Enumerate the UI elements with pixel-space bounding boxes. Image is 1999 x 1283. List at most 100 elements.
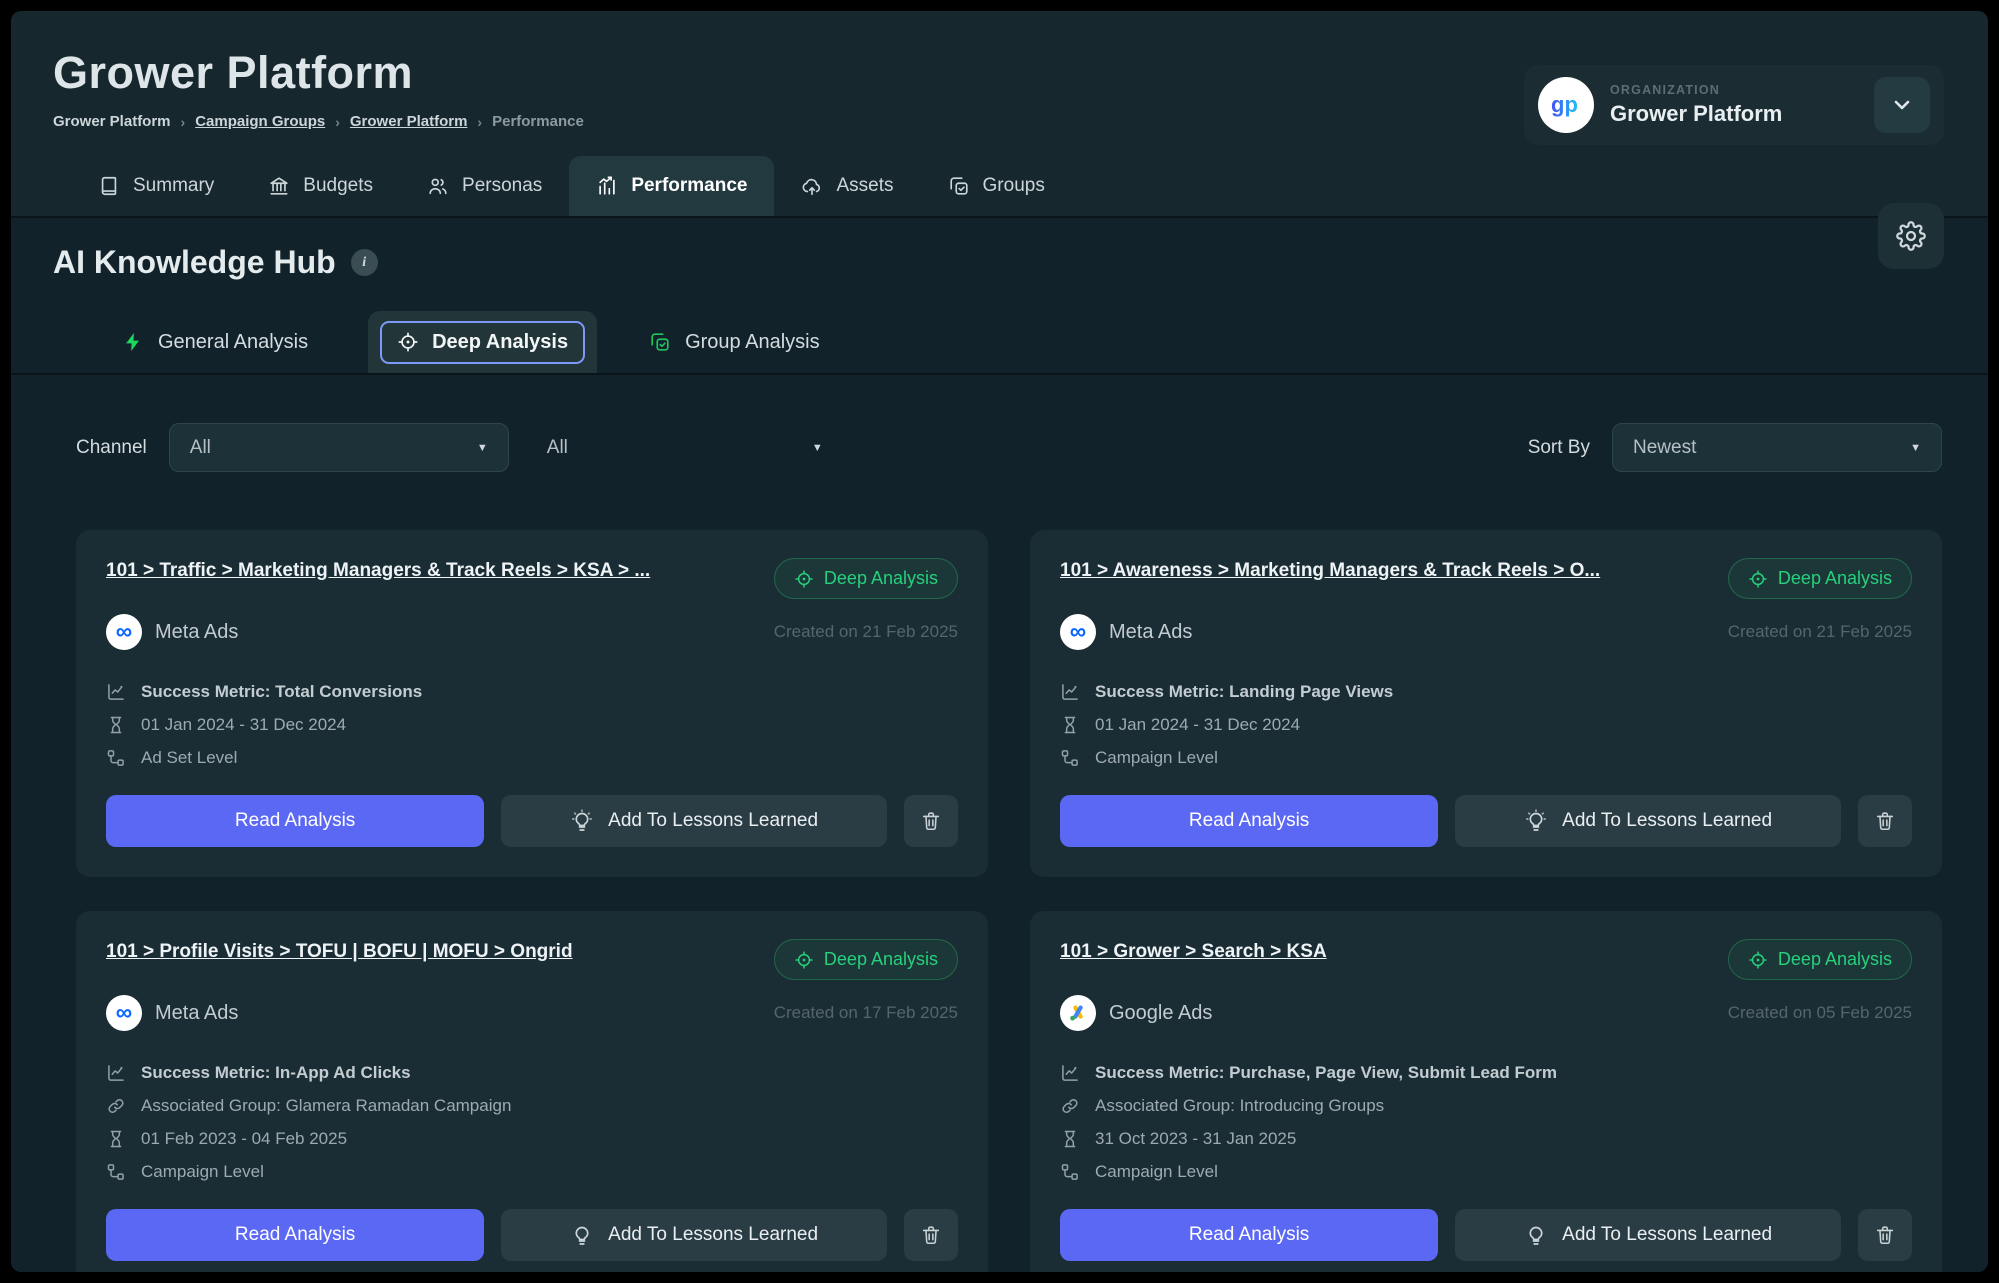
lightbulb-icon <box>570 1223 594 1247</box>
add-to-lessons-button[interactable]: Add To Lessons Learned <box>1455 795 1841 847</box>
performance-chart-icon <box>596 175 618 197</box>
platform: ∞ Meta Ads <box>1060 614 1192 650</box>
card-title-link[interactable]: 101 > Traffic > Marketing Managers & Tra… <box>106 558 650 585</box>
delete-button[interactable] <box>904 1209 958 1261</box>
read-analysis-button[interactable]: Read Analysis <box>1060 795 1438 847</box>
hierarchy-level-icon <box>106 1162 126 1182</box>
dropdown-arrow-icon: ▼ <box>1910 442 1921 454</box>
link-icon <box>106 1096 126 1116</box>
platform: ∞ Meta Ads <box>106 614 238 650</box>
subtab-general-analysis[interactable]: General Analysis <box>114 311 316 373</box>
meta-ads-logo-icon: ∞ <box>106 614 142 650</box>
deep-analysis-badge: Deep Analysis <box>1728 939 1912 980</box>
date-range-row: 01 Feb 2023 - 04 Feb 2025 <box>106 1129 958 1149</box>
delete-button[interactable] <box>1858 1209 1912 1261</box>
success-metric-row: Success Metric: Landing Page Views <box>1060 682 1912 702</box>
level-row: Campaign Level <box>1060 748 1912 768</box>
tab-performance[interactable]: Performance <box>569 156 774 216</box>
hourglass-icon <box>106 715 126 735</box>
breadcrumb-item-root[interactable]: Grower Platform <box>53 113 171 130</box>
analysis-subtab-bar: General Analysis Deep Analysis Group Ana… <box>11 311 1988 375</box>
card-title-link[interactable]: 101 > Awareness > Marketing Managers & T… <box>1060 558 1600 585</box>
hierarchy-level-icon <box>1060 748 1080 768</box>
analysis-cards-grid: 101 > Traffic > Marketing Managers & Tra… <box>11 530 1988 1272</box>
badge-label: Deep Analysis <box>824 949 938 970</box>
tab-label: Groups <box>983 175 1045 197</box>
group-analysis-icon <box>649 331 671 353</box>
filter-bar: Channel All ▼ All ▼ Sort By Newest ▼ <box>11 423 1988 472</box>
main-content: AI Knowledge Hub i General Analysis Deep… <box>11 218 1988 1272</box>
success-metric-row: Success Metric: Total Conversions <box>106 682 958 702</box>
channel-label: Channel <box>76 437 147 459</box>
card-title-link[interactable]: 101 > Profile Visits > TOFU | BOFU | MOF… <box>106 939 573 966</box>
platform-name: Meta Ads <box>1109 621 1192 644</box>
organization-selector[interactable]: gp ORGANIZATION Grower Platform <box>1524 65 1944 145</box>
channel-filter-select[interactable]: All ▼ <box>169 423 509 472</box>
read-analysis-button[interactable]: Read Analysis <box>106 795 484 847</box>
settings-button[interactable] <box>1878 203 1944 269</box>
delete-button[interactable] <box>1858 795 1912 847</box>
trash-icon <box>1874 1224 1896 1246</box>
level-row: Ad Set Level <box>106 748 958 768</box>
tab-budgets[interactable]: Budgets <box>241 156 400 216</box>
book-icon <box>98 175 120 197</box>
success-metric-row: Success Metric: In-App Ad Clicks <box>106 1063 958 1083</box>
breadcrumb-separator-icon: › <box>181 114 186 130</box>
lightbulb-icon <box>1524 1223 1548 1247</box>
created-date: Created on 05 Feb 2025 <box>1728 1003 1912 1023</box>
organization-logo: gp <box>1538 77 1594 133</box>
deep-analysis-badge: Deep Analysis <box>774 939 958 980</box>
tab-summary[interactable]: Summary <box>71 156 241 216</box>
delete-button[interactable] <box>904 795 958 847</box>
breadcrumb-item-grower-platform[interactable]: Grower Platform <box>350 113 468 130</box>
tab-groups[interactable]: Groups <box>921 156 1072 216</box>
info-icon[interactable]: i <box>351 249 378 276</box>
read-analysis-button[interactable]: Read Analysis <box>1060 1209 1438 1261</box>
subtab-group-analysis[interactable]: Group Analysis <box>641 311 828 373</box>
date-range-row: 31 Oct 2023 - 31 Jan 2025 <box>1060 1129 1912 1149</box>
add-to-lessons-button[interactable]: Add To Lessons Learned <box>501 1209 887 1261</box>
level-row: Campaign Level <box>106 1162 958 1182</box>
app-page: Grower Platform Grower Platform › Campai… <box>11 11 1988 1272</box>
date-range-row: 01 Jan 2024 - 31 Dec 2024 <box>1060 715 1912 735</box>
dropdown-arrow-icon: ▼ <box>812 442 823 454</box>
created-date: Created on 21 Feb 2025 <box>774 622 958 642</box>
analysis-card: 101 > Profile Visits > TOFU | BOFU | MOF… <box>76 911 988 1272</box>
tab-label: Performance <box>631 175 747 197</box>
meta-ads-logo-icon: ∞ <box>106 995 142 1031</box>
target-icon <box>794 950 814 970</box>
lightbulb-icon <box>570 809 594 833</box>
tab-label: Assets <box>836 175 893 197</box>
lightbulb-icon <box>1524 809 1548 833</box>
trash-icon <box>1874 810 1896 832</box>
bank-icon <box>268 175 290 197</box>
breadcrumb-item-campaign-groups[interactable]: Campaign Groups <box>195 113 325 130</box>
platform-name: Google Ads <box>1109 1002 1212 1025</box>
tab-personas[interactable]: Personas <box>400 156 569 216</box>
gear-icon <box>1896 221 1926 251</box>
subtab-deep-analysis[interactable]: Deep Analysis <box>368 311 597 373</box>
breadcrumb-separator-icon: › <box>335 114 340 130</box>
platform: ∞ Meta Ads <box>106 995 238 1031</box>
metric-chart-icon <box>1060 682 1080 702</box>
secondary-filter-select[interactable]: All ▼ <box>527 423 843 472</box>
organization-dropdown-button[interactable] <box>1874 77 1930 133</box>
add-to-lessons-button[interactable]: Add To Lessons Learned <box>501 795 887 847</box>
associated-group-row: Associated Group: Glamera Ramadan Campai… <box>106 1096 958 1116</box>
subtab-label: Deep Analysis <box>432 331 568 354</box>
google-ads-logo-icon <box>1060 995 1096 1031</box>
level-row: Campaign Level <box>1060 1162 1912 1182</box>
created-date: Created on 21 Feb 2025 <box>1728 622 1912 642</box>
card-title-link[interactable]: 101 > Grower > Search > KSA <box>1060 939 1327 966</box>
hierarchy-level-icon <box>106 748 126 768</box>
organization-label: ORGANIZATION <box>1610 83 1858 97</box>
channel-filter-value: All <box>190 437 211 459</box>
badge-label: Deep Analysis <box>1778 949 1892 970</box>
tab-label: Personas <box>462 175 542 197</box>
platform-name: Meta Ads <box>155 1002 238 1025</box>
add-to-lessons-button[interactable]: Add To Lessons Learned <box>1455 1209 1841 1261</box>
deep-analysis-badge: Deep Analysis <box>774 558 958 599</box>
tab-assets[interactable]: Assets <box>774 156 920 216</box>
read-analysis-button[interactable]: Read Analysis <box>106 1209 484 1261</box>
sort-by-select[interactable]: Newest ▼ <box>1612 423 1942 472</box>
